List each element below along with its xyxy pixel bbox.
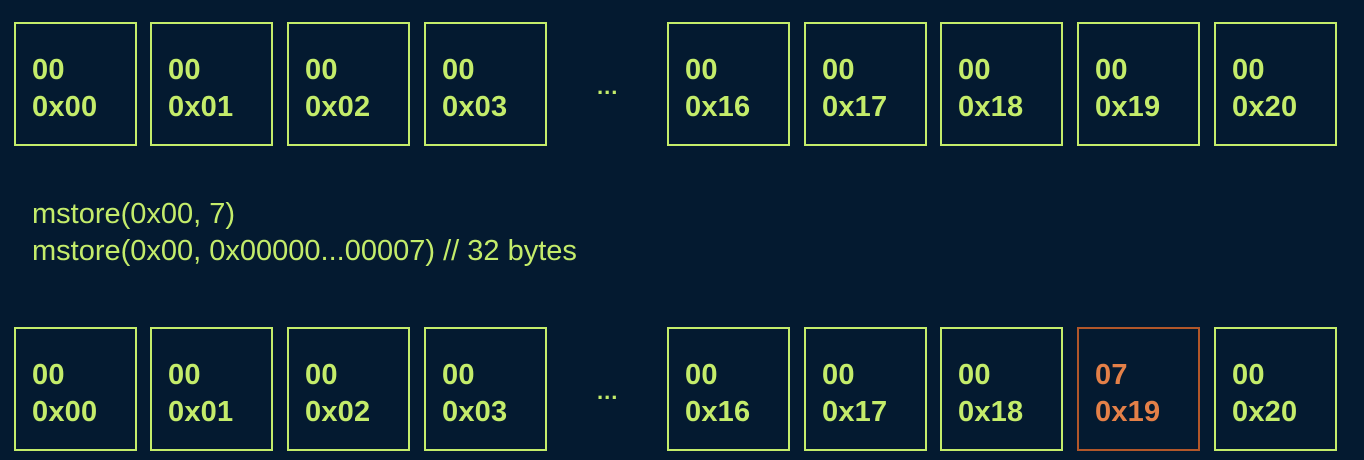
cell-value: 00 xyxy=(822,359,855,391)
cell-value: 00 xyxy=(32,359,65,391)
memory-cell: 00 0x02 xyxy=(287,22,410,146)
cell-address: 0x02 xyxy=(305,396,371,428)
cell-address: 0x20 xyxy=(1232,91,1298,123)
cell-value: 00 xyxy=(685,359,718,391)
cell-value: 00 xyxy=(1232,359,1265,391)
cell-address: 0x17 xyxy=(822,396,888,428)
memory-cell: 00 0x19 xyxy=(1077,22,1200,146)
memory-cell: 00 0x17 xyxy=(804,327,927,451)
cell-address: 0x01 xyxy=(168,91,234,123)
cell-address: 0x03 xyxy=(442,91,508,123)
cell-value: 00 xyxy=(442,359,475,391)
cell-value: 00 xyxy=(32,54,65,86)
code-line: mstore(0x00, 0x00000...00007) // 32 byte… xyxy=(32,235,577,267)
cell-value: 00 xyxy=(168,359,201,391)
memory-cell: 00 0x02 xyxy=(287,327,410,451)
ellipsis: ... xyxy=(597,379,619,404)
cell-value: 00 xyxy=(305,54,338,86)
cell-value: 00 xyxy=(822,54,855,86)
cell-value: 00 xyxy=(958,54,991,86)
memory-cell: 00 0x16 xyxy=(667,22,790,146)
memory-cell-highlighted: 07 0x19 xyxy=(1077,327,1200,451)
memory-cell: 00 0x17 xyxy=(804,22,927,146)
cell-value: 00 xyxy=(305,359,338,391)
cell-address: 0x00 xyxy=(32,396,98,428)
memory-cell: 00 0x20 xyxy=(1214,327,1337,451)
memory-cell: 00 0x18 xyxy=(940,22,1063,146)
memory-cell: 00 0x01 xyxy=(150,22,273,146)
cell-address: 0x19 xyxy=(1095,91,1161,123)
code-line: mstore(0x00, 7) xyxy=(32,198,236,230)
memory-row-before: 00 0x00 00 0x01 00 0x02 00 0x03 ... 00 0… xyxy=(0,22,1364,148)
cell-address: 0x19 xyxy=(1095,396,1161,428)
cell-address: 0x00 xyxy=(32,91,98,123)
memory-cell: 00 0x03 xyxy=(424,327,547,451)
cell-address: 0x20 xyxy=(1232,396,1298,428)
cell-value: 00 xyxy=(168,54,201,86)
memory-cell: 00 0x00 xyxy=(14,22,137,146)
memory-cell: 00 0x03 xyxy=(424,22,547,146)
memory-cell: 00 0x20 xyxy=(1214,22,1337,146)
cell-address: 0x16 xyxy=(685,396,751,428)
cell-address: 0x01 xyxy=(168,396,234,428)
cell-value: 00 xyxy=(958,359,991,391)
memory-cell: 00 0x18 xyxy=(940,327,1063,451)
cell-value: 00 xyxy=(1095,54,1128,86)
cell-value: 07 xyxy=(1095,359,1128,391)
cell-address: 0x16 xyxy=(685,91,751,123)
cell-value: 00 xyxy=(685,54,718,86)
cell-address: 0x03 xyxy=(442,396,508,428)
ellipsis: ... xyxy=(597,74,619,99)
cell-address: 0x17 xyxy=(822,91,888,123)
memory-cell: 00 0x16 xyxy=(667,327,790,451)
cell-address: 0x18 xyxy=(958,91,1024,123)
cell-value: 00 xyxy=(1232,54,1265,86)
memory-cell: 00 0x01 xyxy=(150,327,273,451)
cell-value: 00 xyxy=(442,54,475,86)
memory-cell: 00 0x00 xyxy=(14,327,137,451)
memory-row-after: 00 0x00 00 0x01 00 0x02 00 0x03 ... 00 0… xyxy=(0,327,1364,453)
cell-address: 0x18 xyxy=(958,396,1024,428)
cell-address: 0x02 xyxy=(305,91,371,123)
